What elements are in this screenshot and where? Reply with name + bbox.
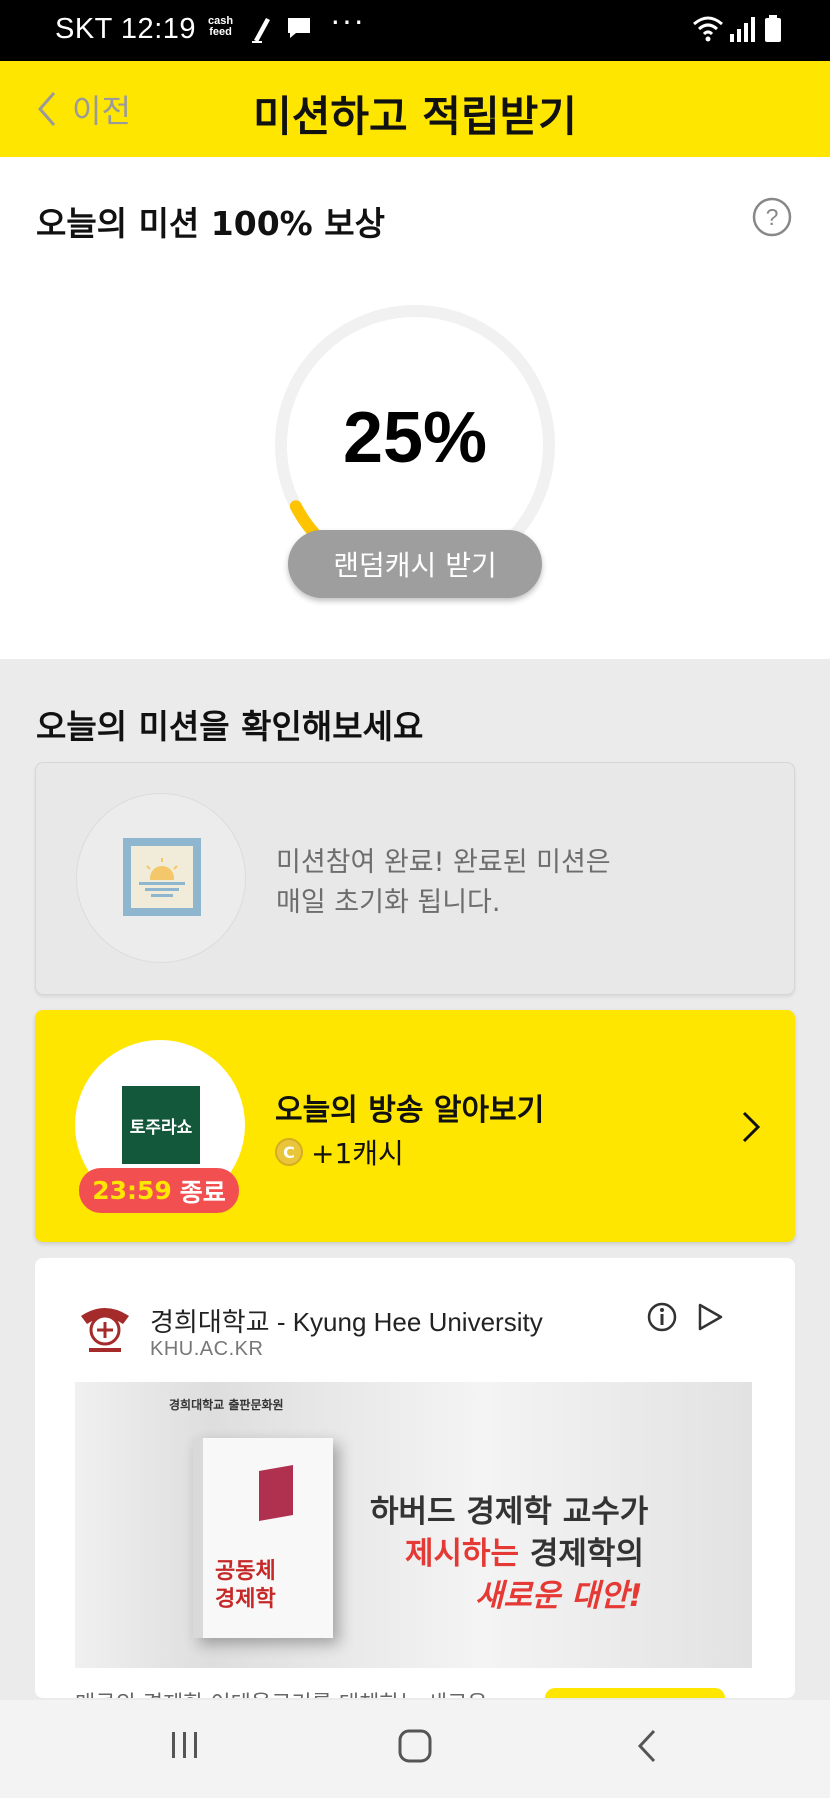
broadcast-mission-card[interactable]: 토주라쇼 23:59 종료 오늘의 방송 알아보기 C +1캐시 <box>35 1010 795 1242</box>
book-cube-graphic <box>259 1465 293 1521</box>
svg-text:?: ? <box>766 204 779 230</box>
chevron-right-icon <box>742 1111 761 1143</box>
app-header: 이전 미션하고 적립받기 <box>0 61 830 157</box>
ad-banner-image[interactable]: 경희대학교 출판문화원 공동체 경제학 하버드 경제학 교수가 제시하는 경제학… <box>75 1382 752 1668</box>
book-title: 공동체 경제학 <box>215 1559 276 1612</box>
wifi-icon <box>693 16 723 42</box>
advertiser-url: KHU.AC.KR <box>150 1338 264 1360</box>
khu-logo <box>81 1308 129 1352</box>
book-cover: 공동체 경제학 <box>193 1438 333 1638</box>
banner-brand: 경희대학교 출판문화원 <box>169 1398 284 1412</box>
progress-percent: 25% <box>342 398 488 478</box>
info-icon[interactable] <box>647 1302 677 1332</box>
timer-badge: 23:59 종료 <box>79 1168 239 1213</box>
banner-headline-2: 제시하는 경제학의 <box>405 1536 644 1572</box>
help-icon[interactable]: ? <box>752 197 792 237</box>
battery-icon <box>765 15 781 42</box>
completed-mission-message: 미션참여 완료! 완료된 미션은 매일 초기화 됩니다. <box>276 847 611 918</box>
banner-headline-3: 새로운 대안! <box>475 1578 643 1614</box>
broadcast-reward: C +1캐시 <box>275 1132 404 1172</box>
ad-subtext: 매큰의 경제학 이데올로기를 대체하는 새로운 <box>75 1686 488 1698</box>
reward-amount: +1캐시 <box>311 1137 404 1170</box>
adchoices-icon[interactable] <box>695 1302 725 1332</box>
banner-headline-1: 하버드 경제학 교수가 <box>370 1494 649 1530</box>
random-cash-button[interactable]: 랜덤캐시 받기 <box>288 530 542 598</box>
ad-cta-button[interactable] <box>545 1688 725 1698</box>
broadcast-logo: 토주라쇼 <box>122 1086 200 1164</box>
reward-title: 오늘의 미션 100% 보상 <box>36 204 385 243</box>
completed-mission-card: 미션참여 완료! 완료된 미션은 매일 초기화 됩니다. <box>35 762 795 995</box>
status-bar: SKT 12:19 cash feed ··· <box>0 0 830 61</box>
status-time: SKT 12:19 <box>55 13 197 45</box>
home-icon[interactable] <box>397 1728 433 1764</box>
page-title: 미션하고 적립받기 <box>253 92 577 141</box>
system-nav-bar <box>0 1700 830 1798</box>
broadcast-mission-title: 오늘의 방송 알아보기 <box>275 1093 545 1128</box>
advertiser-name: 경희대학교 - Kyung Hee University <box>150 1307 543 1337</box>
coin-icon: C <box>275 1138 303 1166</box>
back-nav-icon[interactable] <box>635 1728 659 1764</box>
chat-notification-icon <box>288 18 310 38</box>
more-notifications-icon: ··· <box>330 2 365 38</box>
missions-title: 오늘의 미션을 확인해보세요 <box>36 707 424 746</box>
ad-card[interactable]: 경희대학교 - Kyung Hee University KHU.AC.KR 경… <box>35 1258 795 1698</box>
reward-section: 오늘의 미션 100% 보상 ? 25% 랜덤캐시 받기 <box>0 157 830 659</box>
pen-notification-icon <box>252 18 270 43</box>
signal-icon <box>730 17 755 42</box>
recent-apps-icon[interactable] <box>168 1728 202 1762</box>
sunrise-icon <box>123 838 201 916</box>
cashfeed-notification-icon: cash feed <box>208 15 234 38</box>
